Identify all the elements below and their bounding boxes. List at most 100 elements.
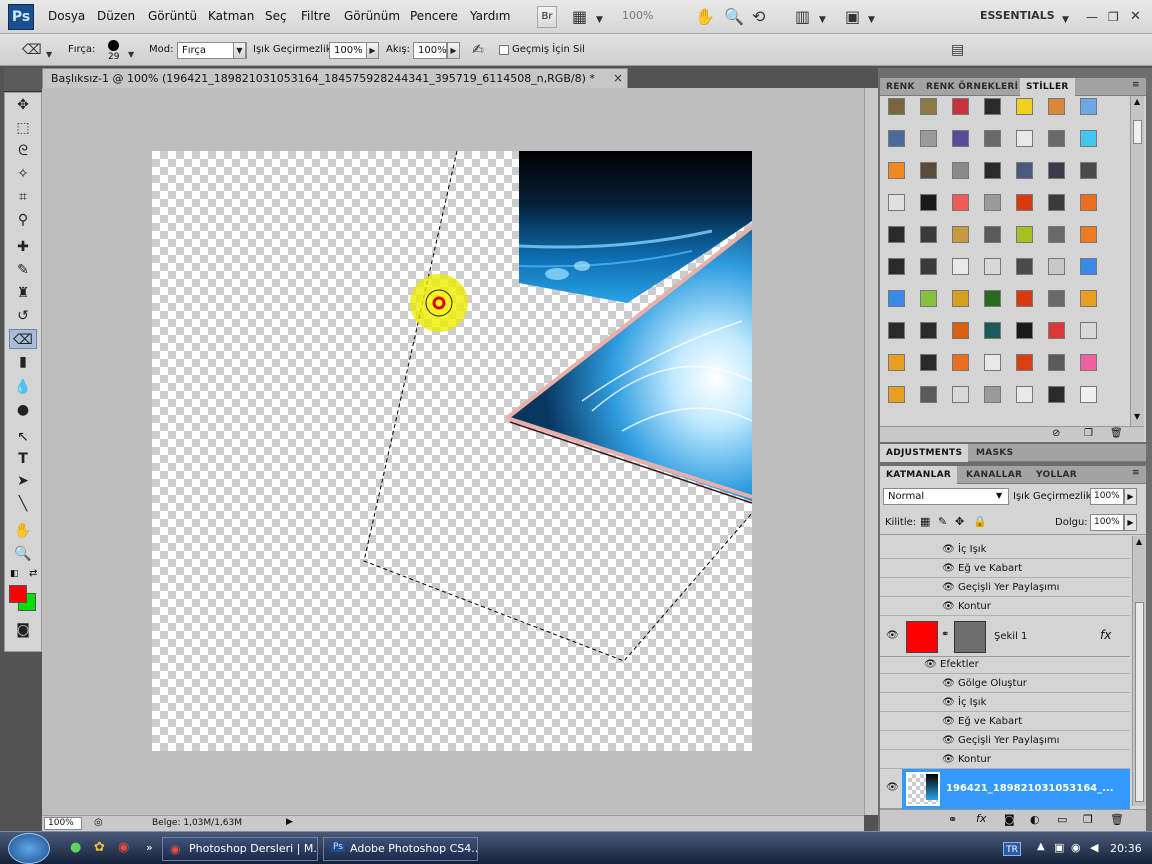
tab-masks[interactable]: MASKS xyxy=(970,444,1019,462)
start-button[interactable] xyxy=(8,833,50,864)
eye-icon[interactable]: 👁 xyxy=(942,693,955,712)
link-icon[interactable]: ⚭ xyxy=(941,629,949,640)
zoom-tool-icon[interactable]: 🔍 xyxy=(9,544,37,564)
opacity-input[interactable]: 100% xyxy=(329,42,367,59)
menu-layer[interactable]: Katman xyxy=(208,9,254,23)
style-swatch[interactable] xyxy=(920,386,937,403)
lock-pixels-icon[interactable]: ✎ xyxy=(938,515,947,528)
history-checkbox[interactable] xyxy=(499,45,509,55)
panel-toggle-icon[interactable]: ▤ xyxy=(951,41,964,59)
type-tool-icon[interactable]: T xyxy=(9,449,37,469)
style-swatch[interactable] xyxy=(1016,258,1033,275)
style-swatch[interactable] xyxy=(1048,162,1065,179)
menu-window[interactable]: Pencere xyxy=(410,9,458,23)
effect-row[interactable]: 👁 Kontur xyxy=(880,750,1130,769)
torrent-icon[interactable]: ● xyxy=(70,840,81,855)
direct-selection-tool-icon[interactable]: ➤ xyxy=(9,471,37,491)
zoom-icon[interactable]: 🔍 xyxy=(724,8,744,26)
layer-opacity-arrow-icon[interactable]: ▶ xyxy=(1124,488,1137,505)
eraser-icon[interactable]: ⌫ xyxy=(22,41,42,59)
chevron-down-icon[interactable]: ▼ xyxy=(46,46,52,64)
style-swatch[interactable] xyxy=(920,194,937,211)
tab-color[interactable]: RENK xyxy=(880,78,921,96)
menu-edit[interactable]: Düzen xyxy=(97,9,135,23)
style-swatch[interactable] xyxy=(952,290,969,307)
workspace-switcher[interactable]: ESSENTIALS xyxy=(980,9,1055,22)
status-icon[interactable]: ◎ xyxy=(94,817,103,828)
tab-layers[interactable]: KATMANLAR xyxy=(880,466,958,484)
style-swatch[interactable] xyxy=(1080,322,1097,339)
chevron-down-icon[interactable]: ▼ xyxy=(1062,11,1069,29)
dodge-tool-icon[interactable]: ● xyxy=(9,400,37,420)
history-brush-tool-icon[interactable]: ↺ xyxy=(9,306,37,326)
style-swatch[interactable] xyxy=(952,354,969,371)
tab-styles[interactable]: STİLLER xyxy=(1020,78,1075,96)
style-swatch[interactable] xyxy=(1048,130,1065,147)
gradient-tool-icon[interactable]: ▮ xyxy=(9,352,37,372)
eye-icon[interactable]: 👁 xyxy=(942,750,955,769)
style-swatch[interactable] xyxy=(888,130,905,147)
style-swatch[interactable] xyxy=(952,258,969,275)
style-swatch[interactable] xyxy=(1048,290,1065,307)
scroll-down-icon[interactable]: ▼ xyxy=(1134,412,1140,421)
style-swatch[interactable] xyxy=(1080,226,1097,243)
style-swatch[interactable] xyxy=(984,290,1001,307)
new-layer-icon[interactable]: ❐ xyxy=(1083,813,1093,826)
style-swatch[interactable] xyxy=(984,386,1001,403)
taskbar-item-browser[interactable]: Photoshop Dersleri | M... xyxy=(162,837,318,861)
fill-input[interactable]: 100% xyxy=(1090,514,1124,531)
clone-stamp-tool-icon[interactable]: ♜ xyxy=(9,283,37,303)
style-swatch[interactable] xyxy=(1048,194,1065,211)
layer-opacity-input[interactable]: 100% xyxy=(1090,488,1124,505)
style-swatch[interactable] xyxy=(888,98,905,115)
zoom-status-field[interactable]: 100% xyxy=(44,817,82,830)
style-swatch[interactable] xyxy=(1048,354,1065,371)
effect-row[interactable]: 👁 Geçişli Yer Paylaşımı xyxy=(880,731,1130,750)
style-swatch[interactable] xyxy=(1016,386,1033,403)
style-swatch[interactable] xyxy=(920,290,937,307)
style-swatch[interactable] xyxy=(984,322,1001,339)
lock-position-icon[interactable]: ✥ xyxy=(955,515,964,528)
chevron-down-icon[interactable]: ▼ xyxy=(996,491,1002,500)
style-swatch[interactable] xyxy=(984,258,1001,275)
style-swatch[interactable] xyxy=(920,322,937,339)
fx-icon[interactable]: fx xyxy=(1100,628,1111,642)
menu-view[interactable]: Görünüm xyxy=(344,9,400,23)
style-swatch[interactable] xyxy=(888,162,905,179)
style-swatch[interactable] xyxy=(1016,130,1033,147)
document-tab[interactable]: Başlıksız-1 @ 100% (196421_1898210310531… xyxy=(42,68,628,88)
style-swatch[interactable] xyxy=(920,354,937,371)
tab-swatches[interactable]: RENK ÖRNEKLERİ xyxy=(920,78,1024,96)
effect-row[interactable]: 👁 Eğ ve Kabart xyxy=(880,559,1130,578)
style-swatch[interactable] xyxy=(888,258,905,275)
rotate-view-icon[interactable]: ⟲ xyxy=(752,8,765,26)
chrome-icon[interactable]: ◉ xyxy=(118,840,129,855)
style-swatch[interactable] xyxy=(1080,194,1097,211)
style-swatch[interactable] xyxy=(1016,290,1033,307)
quick-mask-icon[interactable]: ◙ xyxy=(9,620,37,640)
style-swatch[interactable] xyxy=(1016,194,1033,211)
eye-icon[interactable]: 👁 xyxy=(886,782,899,793)
eye-icon[interactable]: 👁 xyxy=(886,630,899,641)
style-swatch[interactable] xyxy=(952,226,969,243)
style-swatch[interactable] xyxy=(1016,98,1033,115)
effect-row[interactable]: 👁 İç Işık xyxy=(880,693,1130,712)
link-layers-icon[interactable]: ⚭ xyxy=(948,813,957,826)
style-swatch[interactable] xyxy=(952,322,969,339)
flow-arrow-icon[interactable]: ▶ xyxy=(447,42,460,59)
flow-input[interactable]: 100% xyxy=(413,42,447,59)
minimize-icon[interactable]: — xyxy=(1086,8,1098,26)
add-mask-icon[interactable]: ◙ xyxy=(1004,813,1015,826)
style-swatch[interactable] xyxy=(984,354,1001,371)
style-swatch[interactable] xyxy=(984,162,1001,179)
scroll-thumb[interactable] xyxy=(1135,602,1144,802)
style-swatch[interactable] xyxy=(952,98,969,115)
document-canvas[interactable] xyxy=(152,151,752,751)
status-menu-icon[interactable]: ▶ xyxy=(286,817,293,827)
close-icon[interactable]: × xyxy=(613,71,623,85)
menu-filter[interactable]: Filtre xyxy=(301,9,330,23)
new-style-icon[interactable]: ❐ xyxy=(1084,428,1093,439)
panel-menu-icon[interactable]: ≡ xyxy=(1132,468,1140,478)
style-swatch[interactable] xyxy=(888,386,905,403)
scroll-thumb[interactable] xyxy=(1133,120,1142,144)
